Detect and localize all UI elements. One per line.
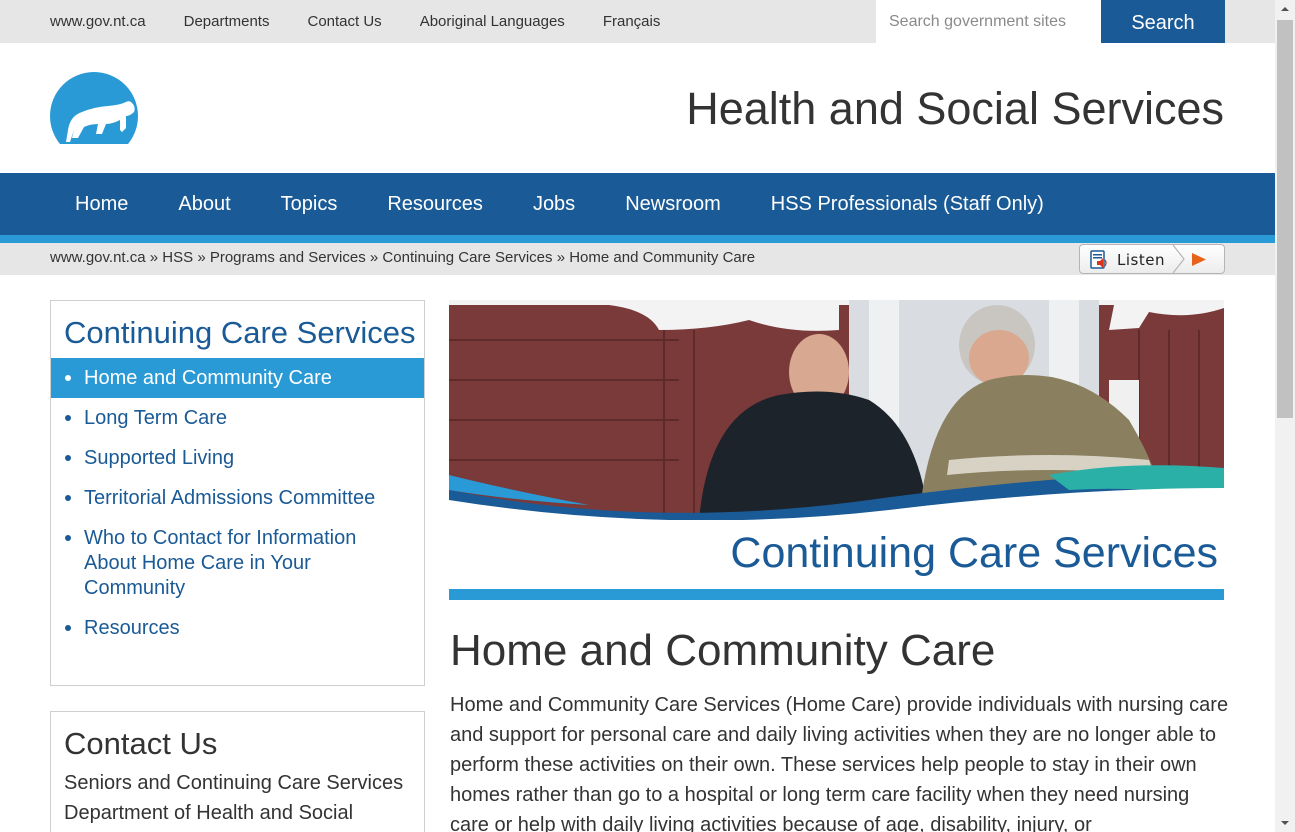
- bullet-icon: [65, 455, 71, 461]
- breadcrumb-separator: »: [556, 249, 566, 266]
- contact-line: Department of Health and Social: [64, 802, 354, 824]
- page-title: Home and Community Care: [450, 626, 996, 675]
- search-button[interactable]: Search: [1101, 0, 1225, 43]
- breadcrumb-separator: »: [197, 249, 206, 266]
- sidebar-item-label: Long Term Care: [84, 407, 228, 429]
- nav-item-hss-professionals[interactable]: HSS Professionals (Staff Only): [746, 173, 1069, 235]
- breadcrumb-link-gov[interactable]: www.gov.nt.ca: [50, 249, 146, 266]
- utility-link-francais[interactable]: Français: [603, 13, 661, 30]
- listen-label: Listen: [1117, 251, 1165, 269]
- sidebar-item-supported-living[interactable]: Supported Living: [51, 438, 424, 478]
- scroll-up-arrow-icon[interactable]: [1275, 0, 1295, 18]
- utility-link-gov[interactable]: www.gov.nt.ca: [50, 13, 146, 30]
- contact-title: Contact Us: [64, 726, 218, 761]
- sidebar-title: Continuing Care Services: [64, 315, 416, 350]
- banner-accent-stripe: [449, 589, 1224, 600]
- bullet-icon: [65, 375, 71, 381]
- nav-item-jobs[interactable]: Jobs: [508, 173, 600, 235]
- sidebar-item-resources[interactable]: Resources: [51, 608, 424, 648]
- bullet-icon: [65, 625, 71, 631]
- scrollbar-thumb[interactable]: [1277, 20, 1293, 418]
- play-icon[interactable]: [1191, 252, 1207, 267]
- breadcrumb-separator: »: [149, 249, 159, 266]
- breadcrumb-link-continuing-care[interactable]: Continuing Care Services: [382, 249, 552, 266]
- contact-box: Contact Us Seniors and Continuing Care S…: [50, 711, 425, 832]
- site-title: Health and Social Services: [686, 83, 1224, 134]
- sidebar-item-territorial-admissions[interactable]: Territorial Admissions Committee: [51, 478, 424, 518]
- utility-link-departments[interactable]: Departments: [184, 13, 270, 30]
- sidebar-item-label: Resources: [84, 617, 180, 639]
- sidebar-item-label: Who to Contact for Information About Hom…: [84, 527, 357, 599]
- sidebar-item-home-community-care[interactable]: Home and Community Care: [51, 358, 424, 398]
- site-header: Health and Social Services: [0, 43, 1275, 173]
- search-input[interactable]: [876, 0, 1101, 43]
- sidebar-item-label: Home and Community Care: [84, 367, 332, 389]
- nav-item-about[interactable]: About: [153, 173, 255, 235]
- sidebar-item-label: Territorial Admissions Committee: [84, 487, 376, 509]
- vertical-scrollbar[interactable]: [1275, 0, 1295, 832]
- nav-item-home[interactable]: Home: [50, 173, 153, 235]
- utility-links: www.gov.nt.ca Departments Contact Us Abo…: [50, 0, 698, 43]
- nav-item-resources[interactable]: Resources: [362, 173, 508, 235]
- banner-image: [449, 300, 1224, 520]
- utility-bar: www.gov.nt.ca Departments Contact Us Abo…: [0, 0, 1275, 43]
- bullet-icon: [65, 535, 71, 541]
- breadcrumb-separator: »: [369, 249, 379, 266]
- breadcrumb-link-hss[interactable]: HSS: [162, 249, 193, 266]
- section-sidebar: Continuing Care Services Home and Commun…: [50, 300, 425, 686]
- bullet-icon: [65, 415, 71, 421]
- utility-link-aboriginal-languages[interactable]: Aboriginal Languages: [420, 13, 565, 30]
- scroll-down-arrow-icon[interactable]: [1275, 814, 1295, 832]
- breadcrumb: www.gov.nt.ca » HSS » Programs and Servi…: [50, 243, 755, 273]
- sidebar-item-who-to-contact[interactable]: Who to Contact for Information About Hom…: [51, 518, 424, 608]
- nav-accent-stripe: [0, 235, 1275, 243]
- nav-item-newsroom[interactable]: Newsroom: [600, 173, 746, 235]
- main-nav: Home About Topics Resources Jobs Newsroo…: [0, 173, 1275, 235]
- contact-line: Seniors and Continuing Care Services: [64, 772, 404, 794]
- sidebar-list: Home and Community Care Long Term Care S…: [51, 358, 424, 648]
- speaker-icon: [1090, 250, 1107, 269]
- bullet-icon: [65, 495, 71, 501]
- breadcrumb-bar: www.gov.nt.ca » HSS » Programs and Servi…: [0, 243, 1275, 275]
- page-body-text: Home and Community Care Services (Home C…: [450, 694, 1229, 832]
- listen-button[interactable]: Listen: [1079, 244, 1225, 274]
- breadcrumb-link-programs[interactable]: Programs and Services: [210, 249, 366, 266]
- sidebar-item-label: Supported Living: [84, 447, 235, 469]
- breadcrumb-current: Home and Community Care: [569, 249, 756, 266]
- listen-divider: [1172, 245, 1185, 273]
- sidebar-item-long-term-care[interactable]: Long Term Care: [51, 398, 424, 438]
- utility-link-contact[interactable]: Contact Us: [307, 13, 381, 30]
- polar-bear-logo-icon[interactable]: [50, 72, 138, 144]
- nav-item-topics[interactable]: Topics: [256, 173, 363, 235]
- banner-title: Continuing Care Services: [730, 529, 1218, 577]
